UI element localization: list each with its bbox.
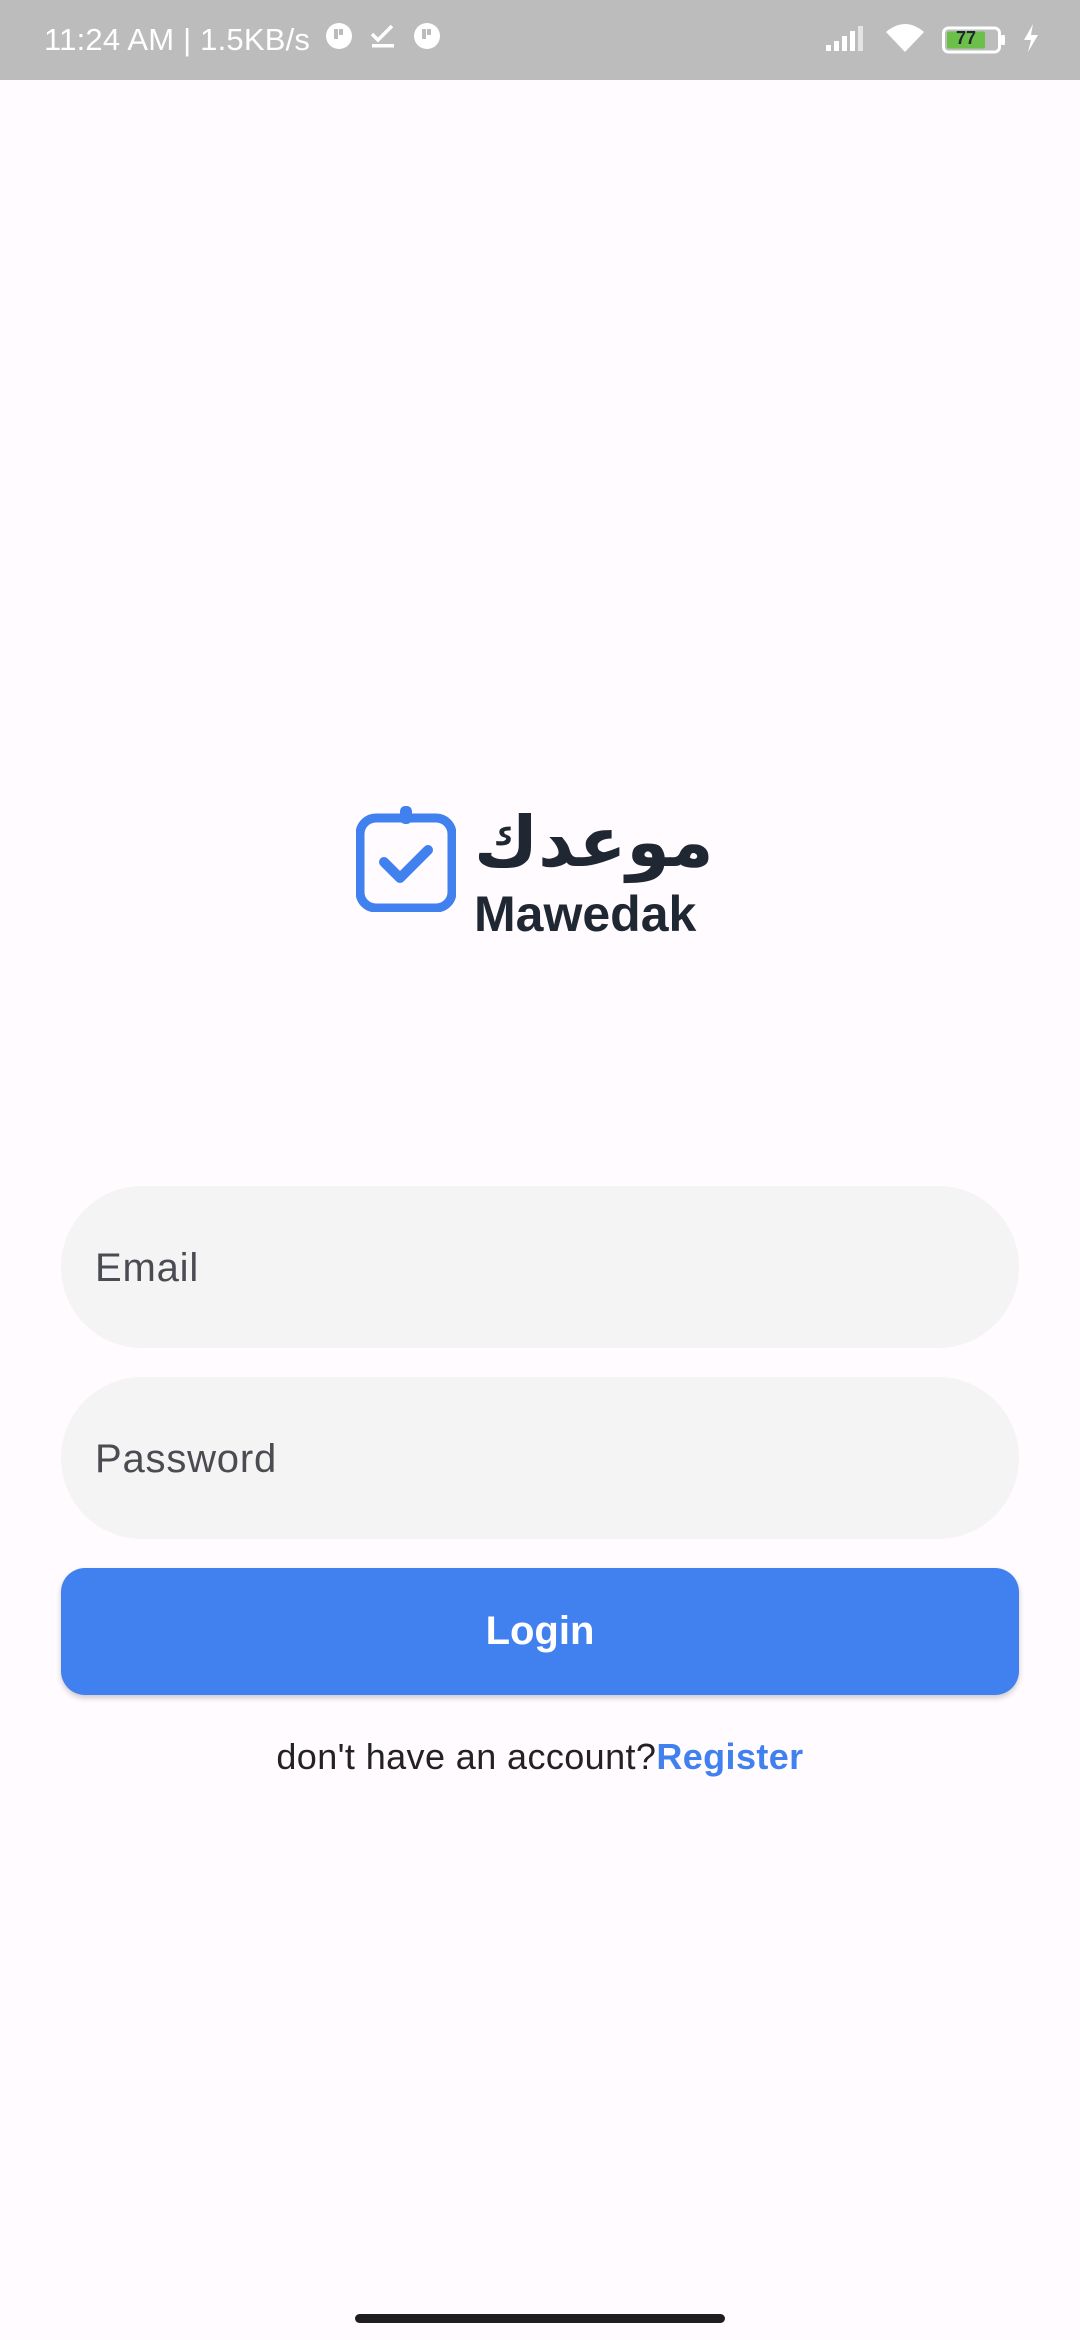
wifi-icon: [884, 22, 926, 59]
email-field-container: [61, 1186, 1019, 1350]
status-bar: 11:24 AM | 1.5KB/s 77: [0, 0, 1080, 80]
app-notification-icon: [324, 21, 354, 59]
battery-icon: 77: [942, 25, 1006, 55]
status-left: 11:24 AM | 1.5KB/s: [44, 0, 442, 80]
email-field[interactable]: [93, 1186, 987, 1350]
login-button[interactable]: Login: [61, 1568, 1019, 1695]
battery-level: 77: [956, 28, 977, 48]
status-time-speed: 11:24 AM | 1.5KB/s: [44, 22, 311, 57]
logo-latin-name: Mawedak: [474, 886, 697, 942]
calendar-check-icon: [355, 806, 457, 913]
register-row: don't have an account?Register: [0, 1736, 1080, 1778]
status-right: 77: [824, 0, 1040, 80]
home-indicator[interactable]: [355, 2314, 725, 2323]
password-field[interactable]: [93, 1377, 987, 1541]
app-logo: موعدك Mawedak: [355, 802, 726, 946]
app-notification-icon-2: [412, 21, 442, 59]
register-link[interactable]: Register: [656, 1736, 803, 1777]
password-field-container: [61, 1377, 1019, 1541]
download-done-icon: [368, 21, 398, 59]
charging-icon: [1022, 23, 1040, 58]
logo-arabic-name: موعدك: [474, 801, 714, 883]
signal-icon: [824, 23, 868, 58]
register-prompt: don't have an account?: [276, 1736, 657, 1777]
